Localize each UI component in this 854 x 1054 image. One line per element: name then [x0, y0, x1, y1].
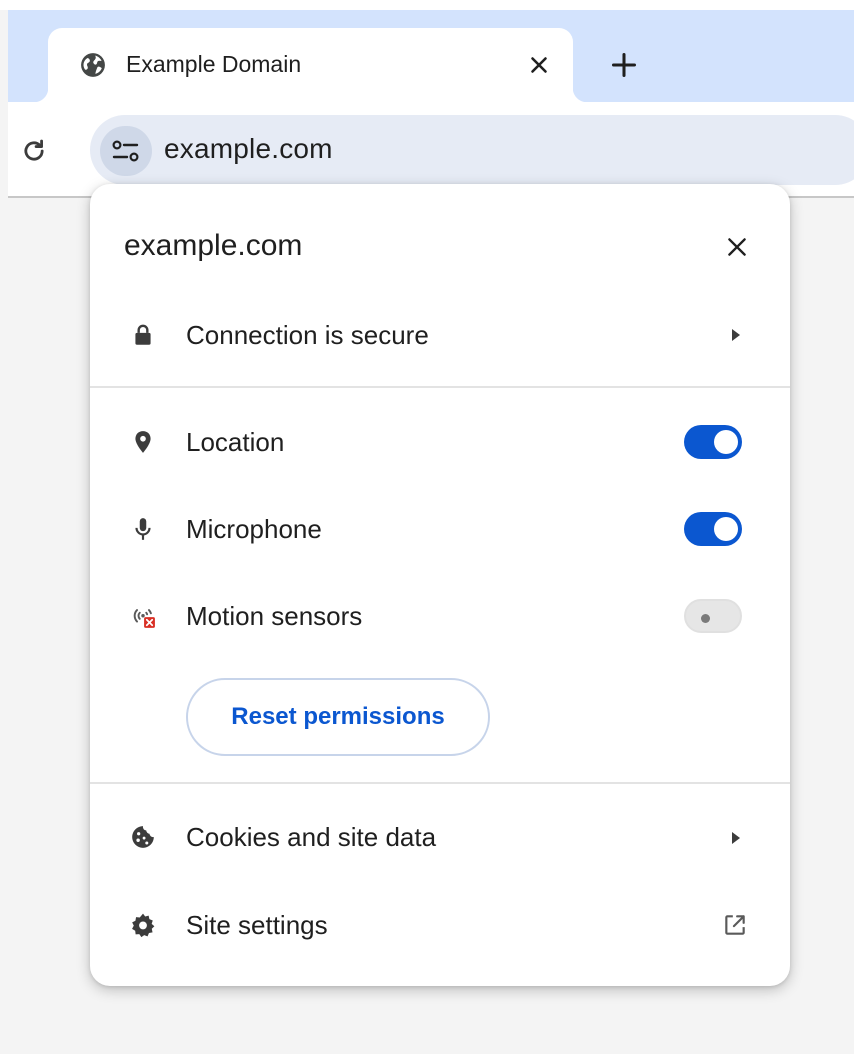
permission-label: Motion sensors — [186, 601, 363, 631]
chevron-right-icon — [732, 329, 740, 341]
address-text[interactable]: example.com — [164, 133, 333, 165]
globe-icon — [81, 53, 105, 77]
microphone-toggle[interactable] — [684, 512, 742, 546]
site-settings-label: Site settings — [186, 910, 328, 940]
microphone-icon — [135, 518, 151, 540]
cookie-icon — [132, 826, 154, 848]
tune-icon — [112, 140, 139, 162]
connection-row[interactable]: Connection is secure — [90, 297, 790, 373]
close-icon[interactable] — [724, 234, 750, 260]
page-info-bubble: example.com Connection is secure Locatio… — [90, 184, 790, 986]
bubble-title: example.com — [124, 229, 303, 262]
permission-location: Location — [90, 405, 790, 481]
lock-icon — [135, 324, 151, 345]
cookies-label: Cookies and site data — [186, 822, 437, 852]
toggle-knob — [714, 517, 738, 541]
plus-icon[interactable] — [610, 51, 638, 79]
toggle-knob — [714, 430, 738, 454]
connection-label: Connection is secure — [186, 320, 429, 350]
close-tab-icon[interactable] — [526, 52, 552, 78]
cookies-row[interactable]: Cookies and site data — [90, 800, 790, 876]
open-in-new-icon — [725, 915, 745, 935]
permission-microphone: Microphone — [90, 492, 790, 568]
chevron-right-icon — [732, 832, 740, 844]
divider — [90, 386, 790, 388]
motion-sensors-blocked-icon — [133, 609, 155, 628]
location-toggle[interactable] — [684, 425, 742, 459]
gear-icon — [132, 913, 155, 938]
location-pin-icon — [135, 431, 151, 453]
toggle-knob — [701, 614, 710, 623]
permission-label: Microphone — [186, 514, 322, 544]
reset-permissions-button[interactable]: Reset permissions — [186, 678, 490, 756]
site-info-button[interactable] — [100, 126, 152, 176]
site-settings-row[interactable]: Site settings — [90, 888, 790, 964]
tab-title: Example Domain — [126, 51, 302, 77]
permission-label: Location — [186, 427, 285, 457]
divider — [90, 782, 790, 784]
permission-motion-sensors: Motion sensors — [90, 579, 790, 655]
motion-sensors-toggle[interactable] — [684, 599, 742, 633]
window-top-edge — [0, 0, 854, 10]
reload-icon[interactable] — [20, 137, 48, 165]
tab-example-domain[interactable]: Example Domain — [34, 28, 587, 102]
